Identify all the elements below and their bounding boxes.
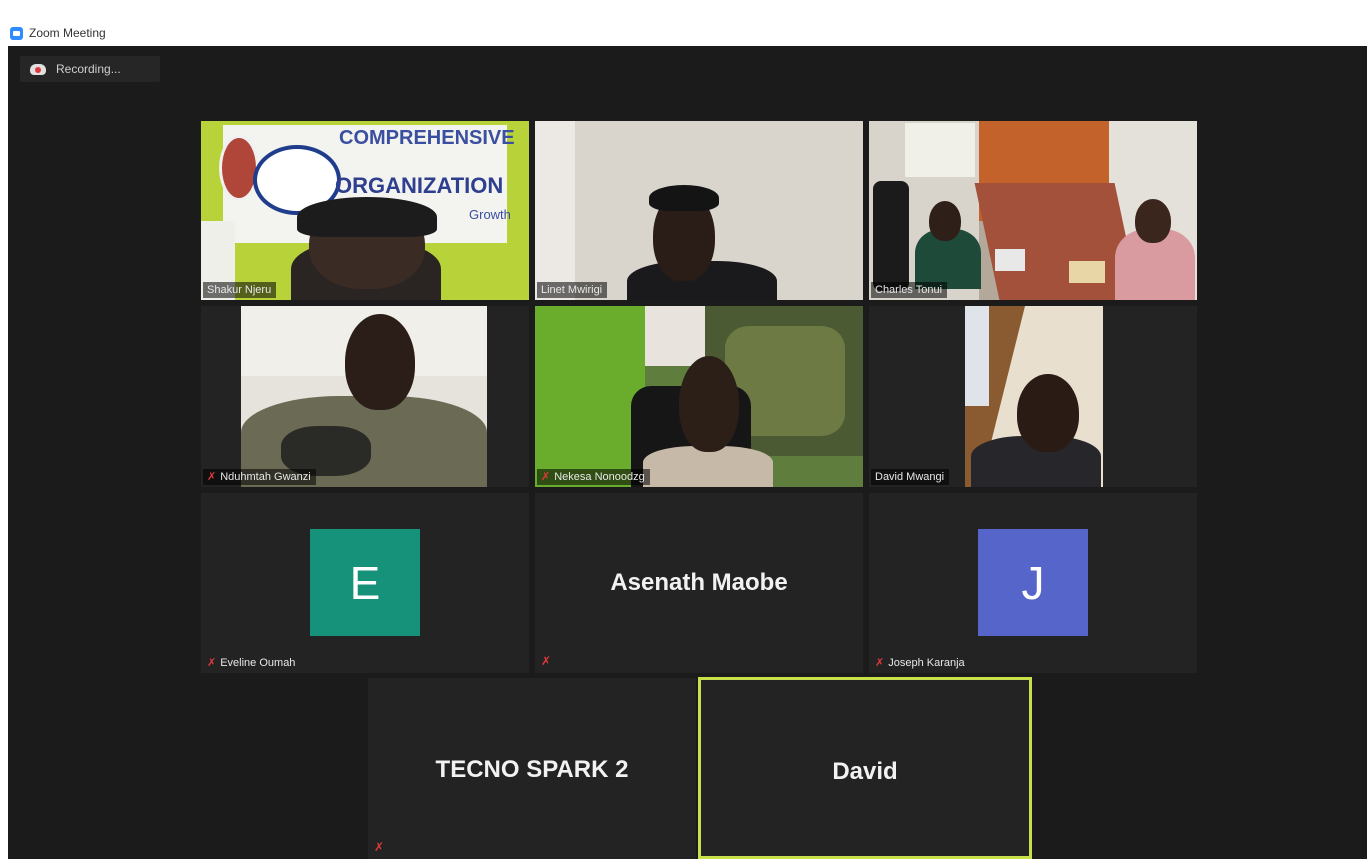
- window-titlebar: Zoom Meeting: [0, 0, 1367, 46]
- avatar-letter: J: [1021, 556, 1045, 609]
- mic-muted-icon: ✗: [207, 470, 217, 483]
- participant-name-tag: Charles Tonui: [871, 282, 948, 298]
- recording-label: Recording...: [56, 62, 121, 76]
- participant-name: Charles Tonui: [875, 284, 943, 296]
- participant-video: [241, 306, 487, 487]
- name-only-tile[interactable]: TECNO SPARK 2 ✗: [368, 678, 696, 859]
- participant-video: [535, 121, 863, 300]
- participant-display-name: Asenath Maobe: [610, 569, 788, 596]
- avatar-tile[interactable]: E ✗ Eveline Oumah: [201, 493, 529, 673]
- window-title-row: Zoom Meeting: [10, 26, 106, 40]
- participant-video: [965, 306, 1103, 487]
- participant-name-tag: David Mwangi: [871, 469, 950, 485]
- participant-name-tag: Shakur Njeru: [203, 282, 277, 298]
- mic-muted-icon: ✗: [374, 840, 385, 854]
- participant-name: Shakur Njeru: [207, 284, 272, 296]
- mic-muted-icon: ✗: [541, 654, 552, 668]
- cloud-record-icon: [30, 63, 46, 75]
- participant-name-tag: ✗ Joseph Karanja: [871, 655, 970, 671]
- active-speaker-tile[interactable]: David: [698, 677, 1032, 859]
- participant-name: Nduhmtah Gwanzi: [220, 471, 311, 483]
- window-title: Zoom Meeting: [29, 26, 106, 40]
- mic-muted-icon: ✗: [875, 656, 885, 669]
- participant-name-tag: Linet Mwirigi: [537, 282, 608, 298]
- participant-display-name: TECNO SPARK 2: [435, 756, 629, 783]
- participant-name-tag: ✗ Nduhmtah Gwanzi: [203, 469, 316, 485]
- participant-name-tag: ✗ Nekesa Nonoodzg: [537, 469, 650, 485]
- video-tile[interactable]: Charles Tonui: [869, 121, 1197, 300]
- banner-text-organization: ORGANIZATION: [335, 173, 504, 198]
- banner-text-comprehensive: COMPREHENSIVE: [339, 127, 515, 149]
- participant-video: [535, 306, 863, 487]
- mic-muted-icon: ✗: [207, 656, 217, 669]
- meeting-gallery: Recording... COMPREHENSIVE ORGANIZATION …: [8, 46, 1367, 859]
- banner-text-growth: Growth: [469, 207, 511, 222]
- zoom-app-icon: [10, 26, 23, 40]
- participant-display-name: David: [832, 758, 898, 785]
- video-tile[interactable]: David Mwangi: [869, 306, 1197, 487]
- participant-name: Eveline Oumah: [220, 657, 296, 669]
- video-tile[interactable]: Linet Mwirigi: [535, 121, 863, 300]
- participant-avatar: J: [978, 529, 1088, 636]
- video-tile[interactable]: ✗ Nekesa Nonoodzg: [535, 306, 863, 487]
- participant-video: [869, 121, 1197, 300]
- recording-indicator[interactable]: Recording...: [20, 56, 160, 82]
- video-tile[interactable]: COMPREHENSIVE ORGANIZATION Growth Shakur…: [201, 121, 529, 300]
- name-only-tile[interactable]: Asenath Maobe ✗: [535, 493, 863, 673]
- video-tile[interactable]: ✗ Nduhmtah Gwanzi: [201, 306, 529, 487]
- avatar-tile[interactable]: J ✗ Joseph Karanja: [869, 493, 1197, 673]
- participant-name: Linet Mwirigi: [541, 284, 603, 296]
- participant-name: David Mwangi: [875, 471, 945, 483]
- participant-name-tag: ✗ Eveline Oumah: [203, 655, 300, 671]
- mic-muted-icon: ✗: [541, 470, 551, 483]
- participant-name: Nekesa Nonoodzg: [554, 471, 645, 483]
- participant-avatar: E: [310, 529, 420, 636]
- avatar-letter: E: [349, 556, 381, 609]
- participant-name: Joseph Karanja: [888, 657, 965, 669]
- participant-video: COMPREHENSIVE ORGANIZATION Growth: [201, 121, 529, 300]
